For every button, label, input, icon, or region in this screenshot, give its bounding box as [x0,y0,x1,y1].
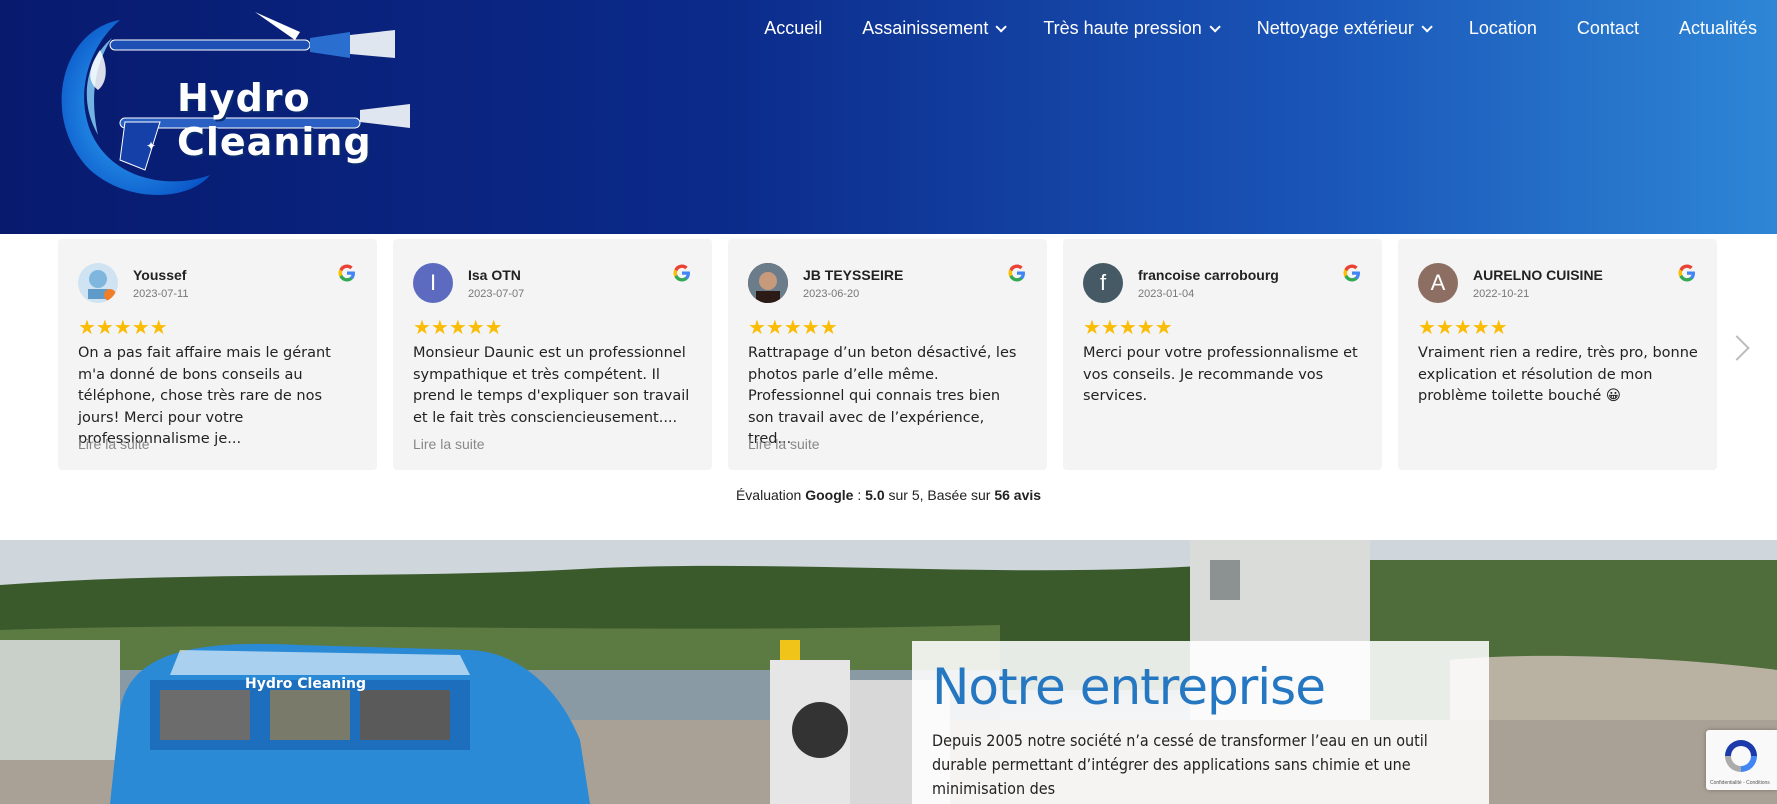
star-rating: ★★★★★ [413,317,503,339]
nav-item-label: Accueil [764,18,823,38]
review-date: 2022-10-21 [1473,288,1530,300]
google-icon [1008,264,1025,282]
summary-score: 5.0 [865,487,885,503]
star-rating: ★★★★★ [1418,317,1508,339]
summary-mid: sur 5, Basée sur [884,487,995,503]
nav-item-tres-haute-pression[interactable]: Très haute pression [1023,18,1236,39]
chevron-down-icon [1209,20,1221,33]
avatar: f [1083,263,1123,303]
nav-item-location[interactable]: Location [1449,18,1557,39]
review-date: 2023-06-20 [803,288,860,300]
google-icon [1678,264,1695,282]
avatar: I [413,263,453,303]
star-rating: ★★★★★ [78,317,168,339]
nav-item-accueil[interactable]: Accueil [744,18,842,39]
chevron-right-icon[interactable] [1724,335,1750,361]
google-icon [1343,264,1360,282]
avatar [78,263,118,303]
read-more-link[interactable]: Lire la suite [748,436,820,452]
recaptcha-badge[interactable]: Confidentialité - Conditions [1706,730,1777,790]
reviewer-name: Isa OTN [468,267,521,283]
avatar: A [1418,263,1458,303]
nav-item-label: Assainissement [862,18,989,38]
rating-summary: Évaluation Google : 5.0 sur 5, Basée sur… [0,487,1777,503]
recaptcha-label: Confidentialité - Conditions [1710,780,1770,786]
avatar-letter: A [1430,270,1446,295]
reviewer-name: JB TEYSSEIRE [803,267,904,283]
review-date: 2023-07-07 [468,288,525,300]
avatar-letter: I [429,270,437,295]
review-text: Monsieur Daunic est un professionnel sym… [413,345,690,426]
review-text: On a pas fait affaire mais le gérant m'a… [78,345,331,447]
summary-prefix: Évaluation [735,487,806,503]
summary-sep: : [853,487,866,503]
nav-item-nettoyage-exterieur[interactable]: Nettoyage extérieur [1237,18,1449,39]
reviewer-name: Youssef [133,267,187,283]
reviews-section: Youssef 2023-07-11 ★★★★★ On a pas fait a… [0,234,1777,540]
recaptcha-icon [1725,740,1757,772]
review-card: Youssef 2023-07-11 ★★★★★ On a pas fait a… [58,239,377,470]
nav-item-actualites[interactable]: Actualités [1659,18,1777,39]
hero-photo: Hydro Cleaning [0,540,1777,804]
logo-text: Hydro Cleaning [177,76,372,164]
google-icon [338,264,355,282]
svg-text:Hydro Cleaning: Hydro Cleaning [245,676,366,692]
nav-item-label: Location [1468,18,1537,38]
star-rating: ★★★★★ [748,317,838,339]
about-text: Depuis 2005 notre société n’a cessé de t… [932,731,1428,798]
review-card: f francoise carrobourg 2023-01-04 ★★★★★ … [1063,239,1382,470]
avatar-letter: f [1099,270,1107,295]
logo[interactable]: ✦ Hydro Cleaning [50,10,420,200]
nav-item-label: Contact [1576,18,1639,38]
nav-item-label: Très haute pression [1043,18,1202,38]
review-text: Rattrapage d’un beton désactivé, les pho… [748,345,1017,447]
review-card: A AURELNO CUISINE 2022-10-21 ★★★★★ Vraim… [1398,239,1717,470]
read-more-link[interactable]: Lire la suite [413,436,485,452]
nav-item-label: Nettoyage extérieur [1256,18,1414,38]
review-text: Vraiment rien a redire, très pro, bonne … [1418,345,1698,404]
google-icon [673,264,690,282]
reviewer-name: AURELNO CUISINE [1473,267,1603,283]
summary-count: 56 avis [994,487,1042,503]
review-card: I Isa OTN 2023-07-07 ★★★★★ Monsieur Daun… [393,239,712,470]
review-carousel: Youssef 2023-07-11 ★★★★★ On a pas fait a… [58,239,1717,470]
nav-item-contact[interactable]: Contact [1557,18,1659,39]
read-more-link[interactable]: Lire la suite [78,436,150,452]
review-card: JB TEYSSEIRE 2023-06-20 ★★★★★ Rattrapage… [728,239,1047,470]
nav-item-label: Actualités [1678,18,1757,38]
hero-scene-illustration: Hydro Cleaning [0,540,1777,804]
avatar [748,263,788,303]
chevron-down-icon [995,20,1008,33]
about-title: Notre entreprise [932,658,1326,716]
star-rating: ★★★★★ [1083,317,1173,339]
chevron-down-icon [1421,20,1433,33]
main-nav: Accueil Assainissement Très haute pressi… [744,18,1777,39]
review-date: 2023-07-11 [133,288,189,300]
nav-item-assainissement[interactable]: Assainissement [842,18,1023,39]
site-header: ✦ Hydro Cleaning Accueil Assainissement … [0,0,1777,234]
review-text: Merci pour votre professionnalisme et vo… [1083,345,1358,404]
reviewer-name: francoise carrobourg [1138,267,1279,283]
about-box: Notre entreprise Depuis 2005 notre socié… [912,641,1489,804]
svg-text:✦: ✦ [146,139,156,153]
review-date: 2023-01-04 [1138,288,1195,300]
summary-source: Google [805,487,854,503]
